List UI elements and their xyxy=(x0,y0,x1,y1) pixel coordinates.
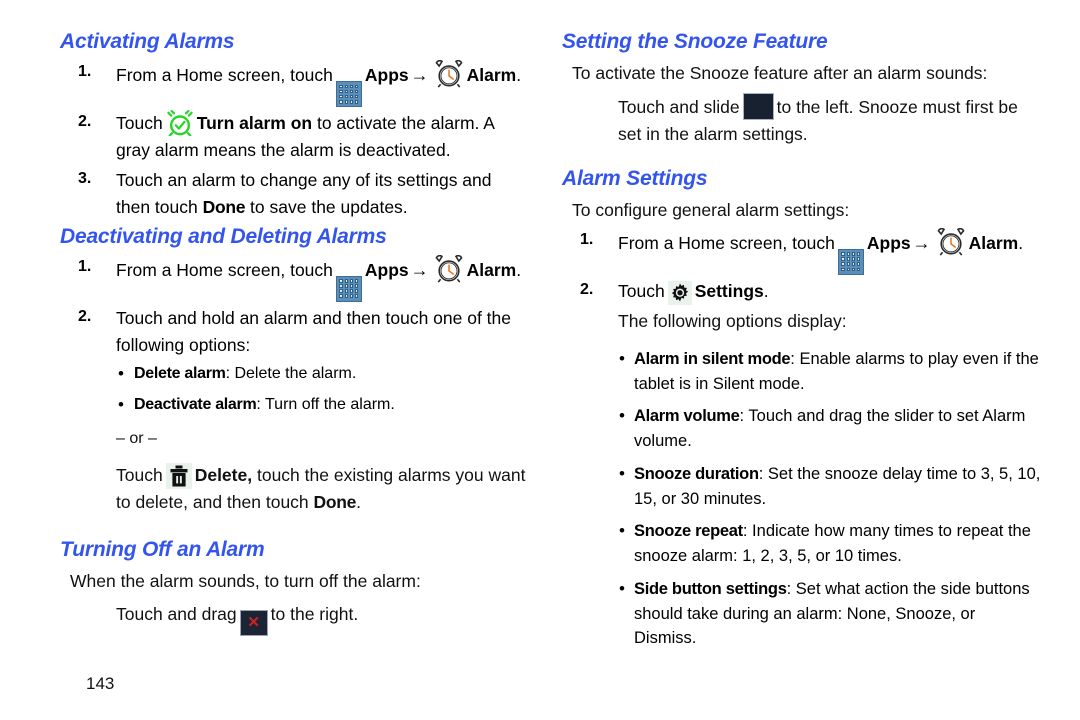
alarm-label: Alarm xyxy=(968,232,1019,253)
option-name: Alarm volume xyxy=(634,407,740,426)
step-item: 2. Touch Settings. xyxy=(562,278,1042,305)
bullet-icon: • xyxy=(619,578,625,598)
step-text-end: . xyxy=(1018,232,1024,253)
apps-grid-icon[interactable] xyxy=(335,275,362,302)
turn-alarm-on-label: Turn alarm on xyxy=(196,113,313,134)
alarm-label: Alarm xyxy=(466,65,517,86)
trash-can-icon[interactable] xyxy=(165,462,192,489)
alarm-clock-icon[interactable] xyxy=(434,254,464,283)
step-text: From a Home screen, touch xyxy=(116,65,333,86)
option-desc: : Delete the alarm. xyxy=(225,364,357,382)
snooze-intro: To activate the Snooze feature after an … xyxy=(572,63,988,84)
alarm-clock-icon[interactable] xyxy=(434,60,464,88)
heading-turning-off-alarm: Turning Off an Alarm xyxy=(60,537,265,561)
option-name: Alarm in silent mode xyxy=(634,349,791,368)
delete-pre: Touch xyxy=(116,464,163,485)
option-name: Snooze repeat xyxy=(634,522,743,541)
gear-settings-icon[interactable] xyxy=(667,280,692,305)
step-text: Touch and hold an alarm and then touch o… xyxy=(116,307,512,355)
alarm-clock-icon[interactable] xyxy=(936,227,966,256)
arrow-icon: → xyxy=(912,232,931,253)
step-item: 1. From a Home screen, touch Apps → Alarm. xyxy=(60,60,530,108)
step-text-end: . xyxy=(763,280,769,301)
step-item: 2. Touch and hold an alarm and then touch… xyxy=(60,305,530,359)
step-number: 2. xyxy=(580,280,594,298)
option-name: Delete alarm xyxy=(134,364,226,382)
done-label: Done xyxy=(313,491,357,512)
list-item: • Snooze duration: Set the snooze delay t… xyxy=(562,462,1042,512)
step-text-end: . xyxy=(516,65,522,86)
delete-instruction: Touch Delete, touch the existing alarms y… xyxy=(116,462,530,516)
list-item: • Deactivate alarm: Turn off the alarm. xyxy=(60,393,530,417)
apps-label: Apps xyxy=(866,232,911,253)
done-label: Done xyxy=(202,197,246,218)
step-text: From a Home screen, touch xyxy=(116,259,333,280)
step-text: Touch xyxy=(618,280,665,301)
bullet-icon: • xyxy=(118,394,124,414)
heading-alarm-settings: Alarm Settings xyxy=(562,166,708,190)
alarm-label: Alarm xyxy=(466,259,517,280)
alarm-settings-intro: To configure general alarm settings: xyxy=(572,199,850,220)
turning-off-intro: When the alarm sounds, to turn off the a… xyxy=(70,570,421,591)
manual-page: Activating Alarms 1. From a Home screen, … xyxy=(0,0,1080,720)
step-number: 3. xyxy=(78,170,92,188)
snooze-pre: Touch and slide xyxy=(618,97,740,118)
step-number: 1. xyxy=(580,230,594,248)
heading-setting-snooze-feature: Setting the Snooze Feature xyxy=(562,30,828,53)
step-item: 1. From a Home screen, touch Apps → Alarm. xyxy=(60,254,530,302)
green-alarm-check-icon[interactable] xyxy=(166,110,194,137)
dark-snooze-button-icon[interactable] xyxy=(742,93,774,121)
apps-grid-icon[interactable] xyxy=(837,248,864,275)
step-text-end: . xyxy=(516,259,522,280)
red-x-button-icon[interactable]: ✕ xyxy=(239,609,268,636)
step-item: 3. Touch an alarm to change any of its se… xyxy=(60,167,530,221)
or-separator: – or – xyxy=(116,429,157,447)
option-name: Side button settings xyxy=(634,579,787,598)
step-item: 1. From a Home screen, touch Apps → Alarm. xyxy=(562,227,1042,275)
bullet-icon: • xyxy=(619,521,625,541)
step-number: 1. xyxy=(78,257,92,275)
bullet-icon: • xyxy=(619,463,625,483)
step-text: Touch xyxy=(116,113,163,134)
delete-post: . xyxy=(356,491,361,512)
page-number: 143 xyxy=(86,674,115,693)
apps-label: Apps xyxy=(364,65,409,86)
list-item: • Alarm in silent mode: Enable alarms to … xyxy=(562,347,1042,397)
settings-label: Settings xyxy=(694,280,764,301)
delete-label: Delete, xyxy=(194,464,253,485)
list-item: • Alarm volume: Touch and drag the slider… xyxy=(562,404,1042,454)
step-text: From a Home screen, touch xyxy=(618,232,835,253)
arrow-icon: → xyxy=(410,65,429,86)
step-item: 2. Touch Turn alarm on to activate the ala… xyxy=(60,110,530,164)
snooze-action: Touch and slide to the left. Snooze must … xyxy=(618,93,1042,148)
right-column: Setting the Snooze Feature To activate t… xyxy=(562,30,1042,659)
list-item: • Snooze repeat: Indicate how many times … xyxy=(562,519,1042,569)
drag-post: to the right. xyxy=(270,604,359,625)
bullet-icon: • xyxy=(619,348,625,368)
step-number: 2. xyxy=(78,113,92,131)
left-column: Activating Alarms 1. From a Home screen, … xyxy=(60,30,530,640)
drag-pre: Touch and drag xyxy=(116,604,237,625)
bullet-icon: • xyxy=(118,363,124,383)
option-name: Deactivate alarm xyxy=(134,395,257,413)
turning-off-action: Touch and drag ✕ to the right. xyxy=(116,601,530,636)
step-number: 2. xyxy=(78,307,92,325)
list-item: • Delete alarm: Delete the alarm. xyxy=(60,362,530,386)
list-item: • Side button settings: Set what action t… xyxy=(562,577,1042,651)
heading-activating-alarms: Activating Alarms xyxy=(60,30,235,53)
heading-deactivating-deleting-alarms: Deactivating and Deleting Alarms xyxy=(60,224,387,248)
apps-label: Apps xyxy=(364,259,409,280)
option-name: Snooze duration xyxy=(634,464,759,483)
step-text-end: to save the updates. xyxy=(250,197,408,218)
apps-grid-icon[interactable] xyxy=(335,81,362,108)
bullet-icon: • xyxy=(619,406,625,426)
options-intro: The following options display: xyxy=(618,310,847,331)
option-desc: : Turn off the alarm. xyxy=(256,395,395,413)
step-number: 1. xyxy=(78,63,92,81)
arrow-icon: → xyxy=(410,259,429,280)
